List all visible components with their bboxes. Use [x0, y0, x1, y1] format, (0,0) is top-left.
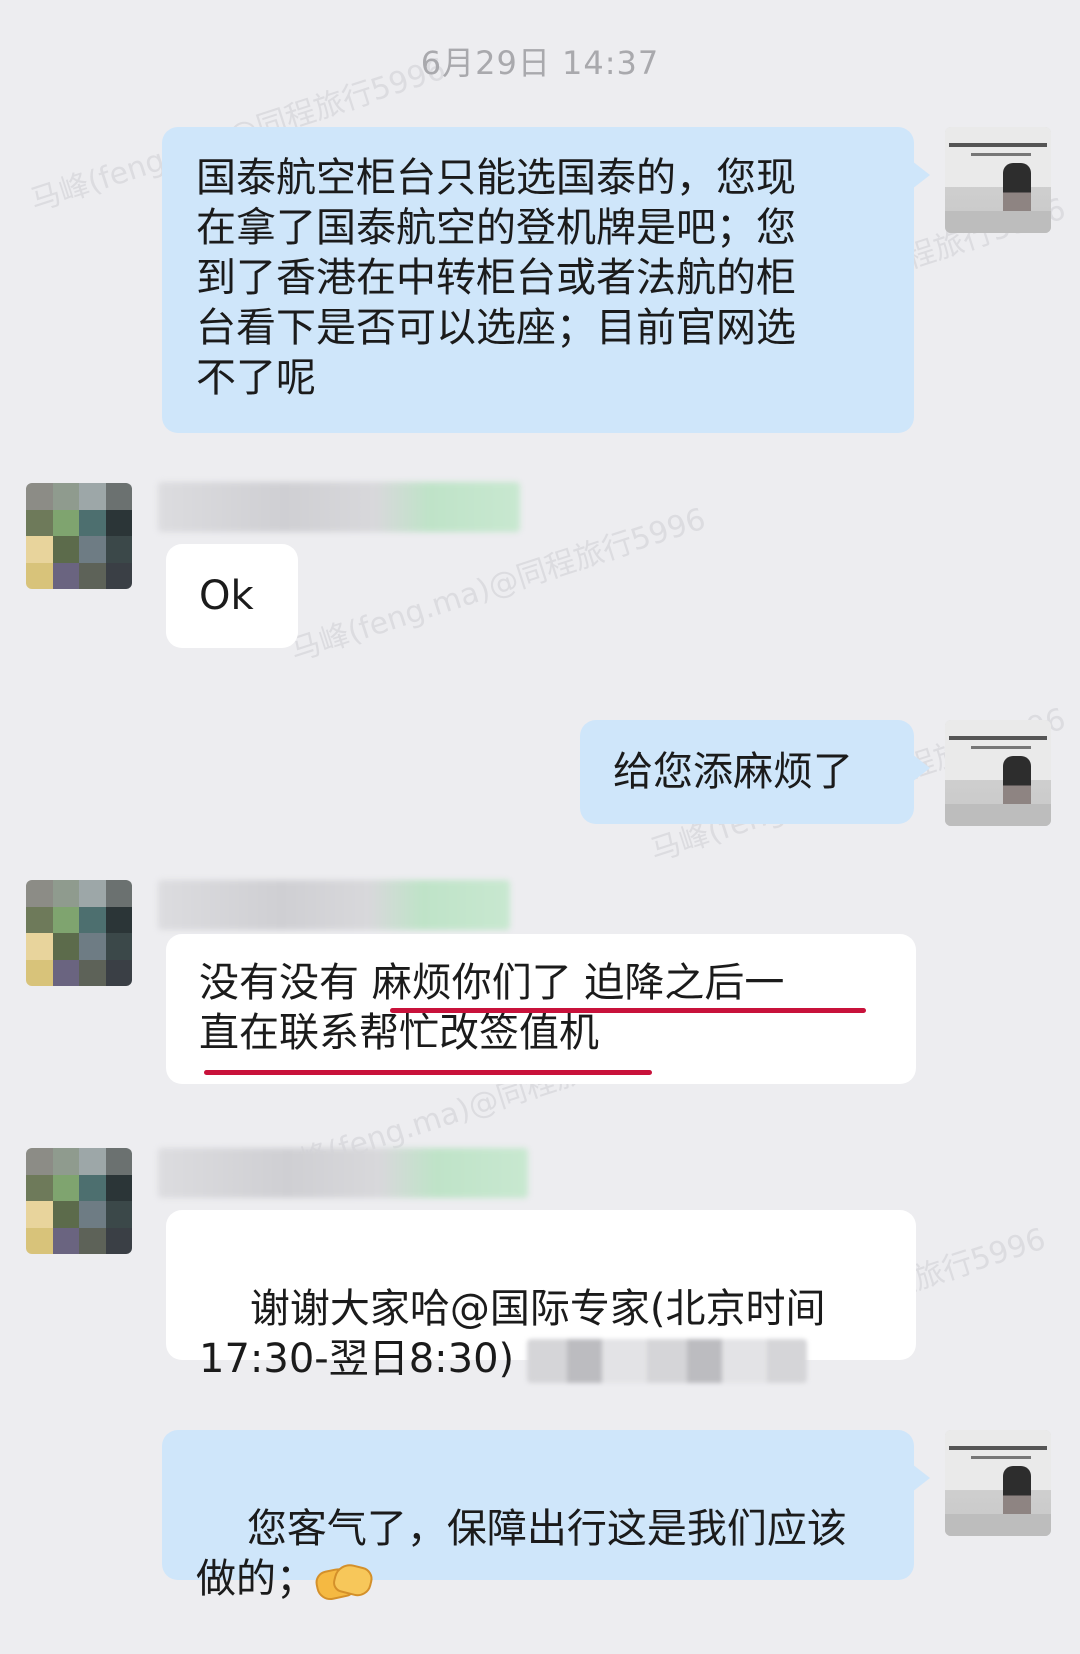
avatar-mosaic-tile [79, 1227, 106, 1254]
avatar-mosaic-tile [105, 1174, 132, 1201]
avatar-mosaic-tile [105, 1148, 132, 1175]
sender-name-blurred [158, 1148, 528, 1198]
message-text: 您客气了，保障出行这是我们应该 做的； [196, 1506, 847, 1602]
outgoing-message-bubble[interactable]: 国泰航空柜台只能选国泰的，您现 在拿了国泰航空的登机牌是吧；您 到了香港在中转柜… [162, 127, 930, 433]
sender-name-blurred [158, 482, 520, 532]
avatar-mosaic-tile [79, 959, 106, 986]
avatar-mosaic-tile [52, 562, 79, 589]
avatar-mosaic-tile [52, 959, 79, 986]
avatar-mosaic-tile [105, 1201, 132, 1228]
avatar-mosaic-tile [52, 1227, 79, 1254]
avatar-mosaic-tile [79, 906, 106, 933]
avatar-mosaic-tile [26, 562, 53, 589]
user-avatar[interactable] [26, 483, 132, 589]
redacted-contact-info [526, 1339, 807, 1383]
avatar-mosaic-tile [79, 1174, 106, 1201]
outgoing-message-bubble[interactable]: 给您添麻烦了 [580, 720, 930, 824]
incoming-message-bubble[interactable]: Ok [166, 544, 298, 648]
highlight-underline [204, 1070, 652, 1075]
avatar-mosaic-tile [105, 1227, 132, 1254]
avatar-mosaic-tile [105, 562, 132, 589]
avatar-mosaic-tile [52, 1174, 79, 1201]
avatar-mosaic-tile [52, 880, 79, 907]
avatar-mosaic-tile [26, 906, 53, 933]
avatar-mosaic-tile [26, 483, 53, 510]
avatar-mosaic-tile [79, 536, 106, 563]
agent-avatar[interactable] [945, 1430, 1051, 1536]
avatar-mosaic-tile [79, 509, 106, 536]
chat-timestamp: 6月29日 14:37 [420, 44, 660, 82]
avatar-mosaic-tile [26, 1148, 53, 1175]
avatar-mosaic-tile [105, 933, 132, 960]
avatar-mosaic-tile [26, 880, 53, 907]
user-avatar[interactable] [26, 880, 132, 986]
user-avatar[interactable] [26, 1148, 132, 1254]
avatar-mosaic-tile [105, 536, 132, 563]
avatar-mosaic-tile [105, 483, 132, 510]
avatar-mosaic-tile [52, 509, 79, 536]
avatar-mosaic-tile [52, 1148, 79, 1175]
avatar-mosaic-tile [52, 1201, 79, 1228]
avatar-mosaic-tile [52, 536, 79, 563]
outgoing-message-bubble[interactable]: 您客气了，保障出行这是我们应该 做的； [162, 1430, 930, 1603]
avatar-mosaic-tile [79, 933, 106, 960]
highlight-underline [390, 1008, 866, 1013]
avatar-mosaic-tile [26, 1201, 53, 1228]
agent-avatar[interactable] [945, 720, 1051, 826]
avatar-mosaic-tile [26, 536, 53, 563]
avatar-mosaic-tile [105, 959, 132, 986]
avatar-mosaic-tile [26, 509, 53, 536]
avatar-mosaic-tile [79, 562, 106, 589]
avatar-mosaic-tile [105, 906, 132, 933]
avatar-mosaic-tile [52, 933, 79, 960]
agent-avatar[interactable] [945, 127, 1051, 233]
avatar-mosaic-tile [26, 959, 53, 986]
avatar-mosaic-tile [26, 933, 53, 960]
message-text: 国泰航空柜台只能选国泰的，您现 在拿了国泰航空的登机牌是吧；您 到了香港在中转柜… [196, 155, 796, 401]
incoming-message-bubble[interactable]: 谢谢大家哈@国际专家(北京时间 17:30-翌日8:30) [166, 1210, 916, 1383]
avatar-mosaic-tile [79, 1148, 106, 1175]
avatar-mosaic-tile [79, 880, 106, 907]
avatar-mosaic-tile [105, 509, 132, 536]
avatar-mosaic-tile [79, 483, 106, 510]
message-text: 给您添麻烦了 [613, 749, 853, 795]
avatar-mosaic-tile [79, 1201, 106, 1228]
avatar-mosaic-tile [52, 906, 79, 933]
handshake-emoji-icon [313, 1560, 376, 1603]
sender-name-blurred [158, 880, 510, 930]
avatar-mosaic-tile [26, 1174, 53, 1201]
message-text: Ok [199, 573, 254, 619]
avatar-mosaic-tile [105, 880, 132, 907]
avatar-mosaic-tile [26, 1227, 53, 1254]
avatar-mosaic-tile [52, 483, 79, 510]
